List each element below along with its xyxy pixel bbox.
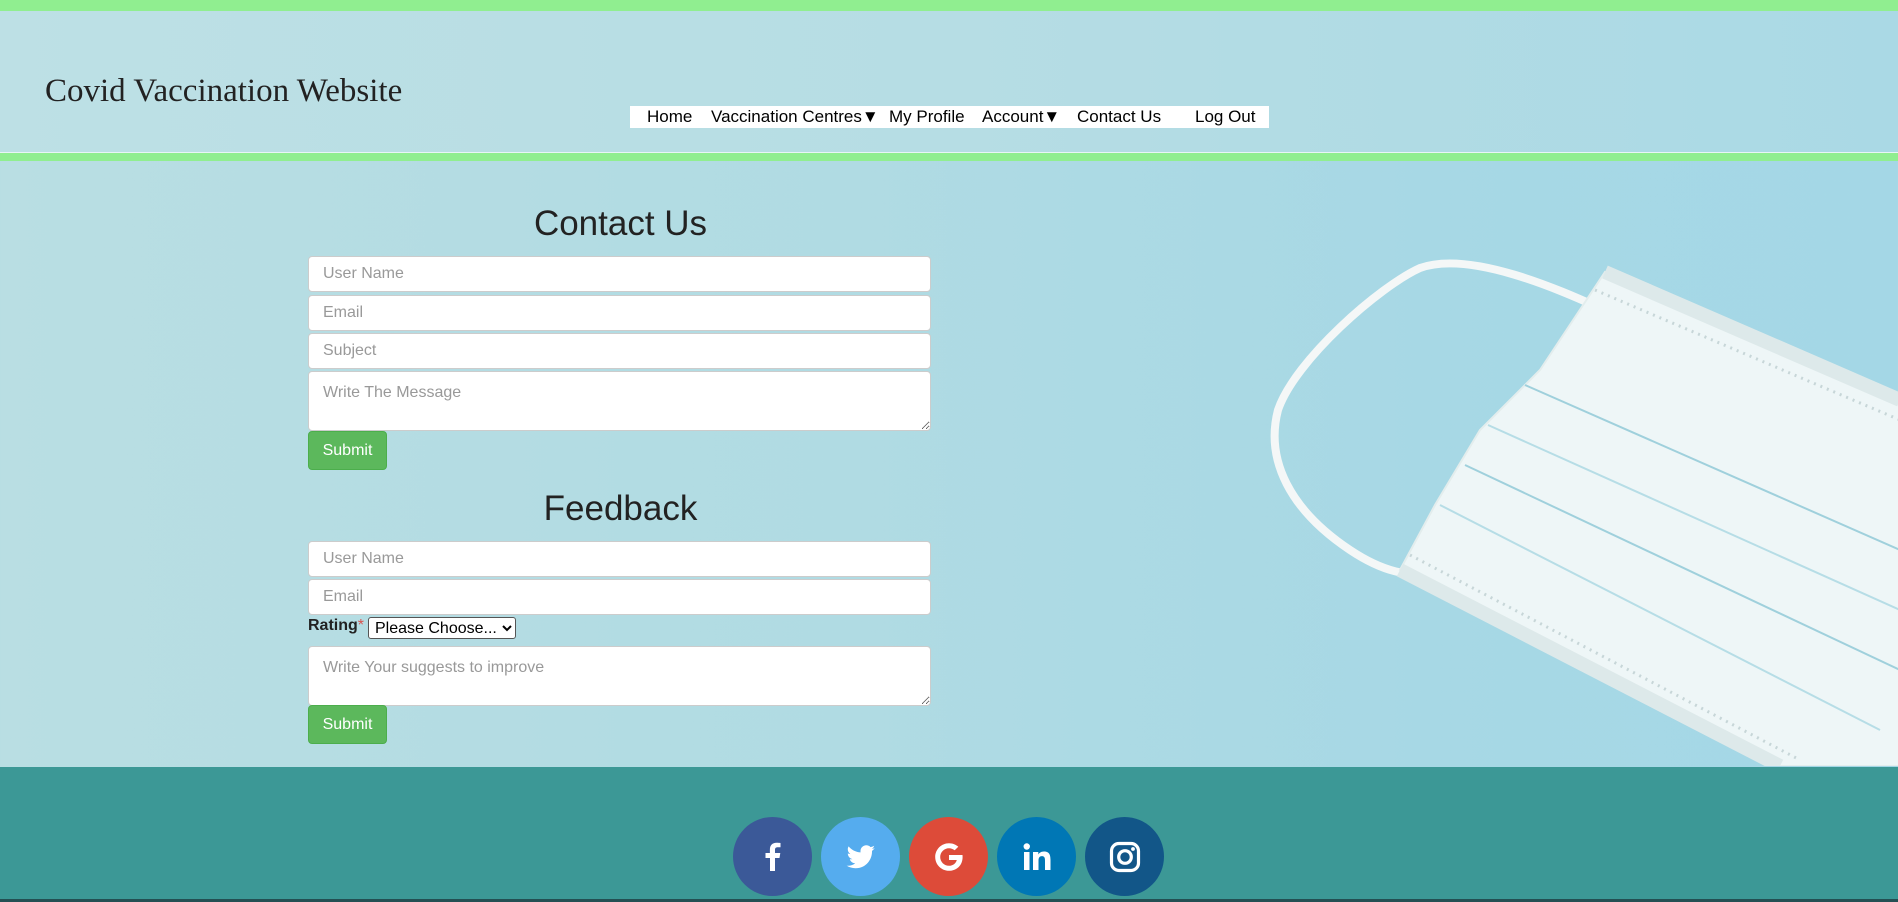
feedback-username-input[interactable] <box>308 541 931 577</box>
nav-vaccination-centres[interactable]: Vaccination Centres▼ <box>711 107 879 127</box>
contact-title: Contact Us <box>533 204 708 243</box>
social-links <box>733 817 1164 896</box>
contact-username-input[interactable] <box>308 256 931 292</box>
required-marker: * <box>357 617 365 634</box>
linkedin-icon <box>1023 842 1050 870</box>
contact-message-textarea[interactable] <box>308 371 931 431</box>
instagram-icon <box>1109 841 1140 872</box>
site-title: Covid Vaccination Website <box>45 73 403 109</box>
main-nav: Home Vaccination Centres▼ My Profile Acc… <box>630 106 1269 128</box>
google-button[interactable] <box>909 817 988 896</box>
nav-contact-us[interactable]: Contact Us <box>1077 107 1161 127</box>
feedback-title: Feedback <box>543 489 698 528</box>
rating-label: Rating* <box>308 617 364 635</box>
feedback-email-input[interactable] <box>308 579 931 615</box>
facebook-icon <box>765 842 780 871</box>
rating-select[interactable]: Please Choose... <box>368 617 516 639</box>
nav-my-profile[interactable]: My Profile <box>889 107 965 127</box>
contact-submit-button[interactable]: Submit <box>308 431 387 470</box>
top-accent-line <box>0 0 1898 11</box>
twitter-icon <box>846 844 875 868</box>
facebook-button[interactable] <box>733 817 812 896</box>
feedback-submit-button[interactable]: Submit <box>308 705 387 744</box>
rating-label-text: Rating <box>308 617 358 634</box>
google-icon <box>934 842 963 871</box>
header-accent-line <box>0 153 1898 161</box>
contact-email-input[interactable] <box>308 295 931 331</box>
nav-home[interactable]: Home <box>647 107 692 127</box>
face-mask-illustration <box>1270 259 1898 766</box>
contact-subject-input[interactable] <box>308 333 931 369</box>
feedback-suggest-textarea[interactable] <box>308 646 931 706</box>
nav-account[interactable]: Account▼ <box>982 107 1060 127</box>
site-header: Covid Vaccination Website <box>0 11 1898 153</box>
nav-log-out[interactable]: Log Out <box>1195 107 1256 127</box>
twitter-button[interactable] <box>821 817 900 896</box>
linkedin-button[interactable] <box>997 817 1076 896</box>
instagram-button[interactable] <box>1085 817 1164 896</box>
